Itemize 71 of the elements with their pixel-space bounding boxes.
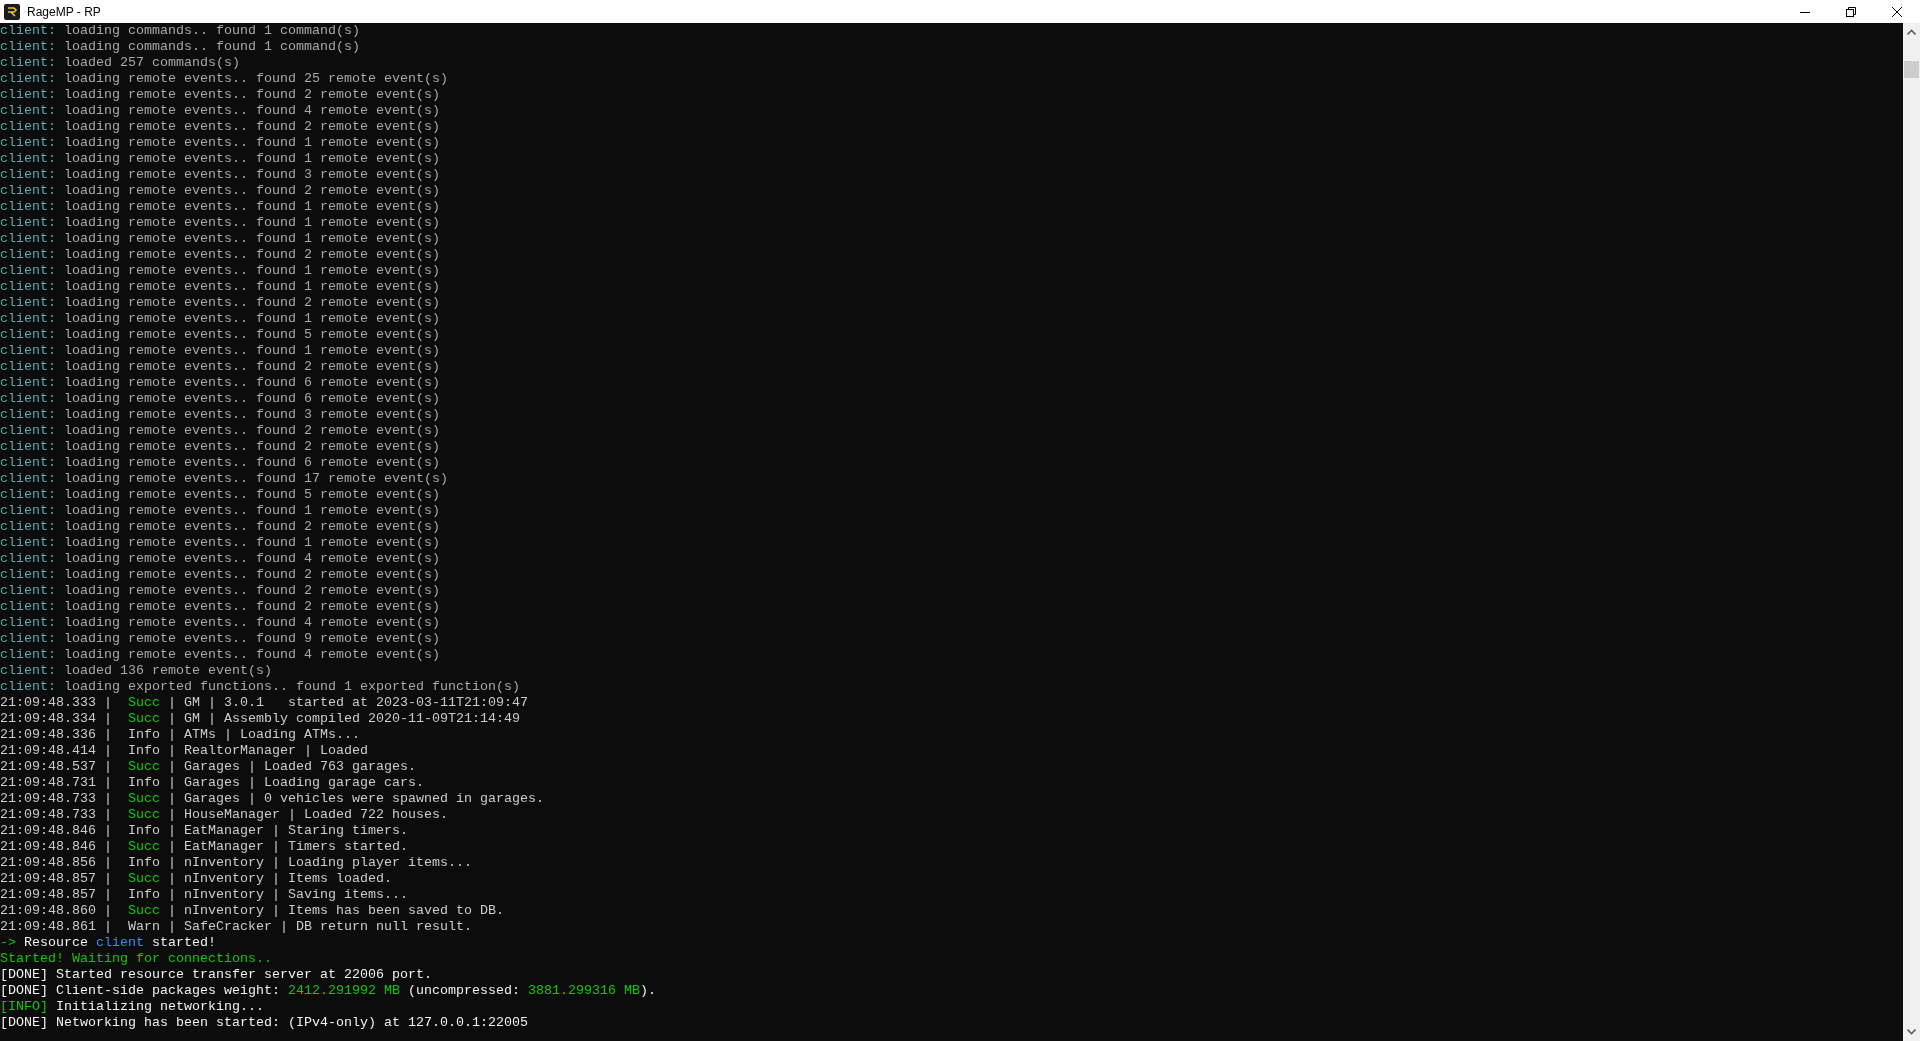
console-line: 21:09:48.336 | Info | ATMs | Loading ATMs... bbox=[0, 727, 360, 743]
console-line: client: loading remote events.. found 2 remote event(s) bbox=[0, 583, 440, 599]
console-line: 21:09:48.856 | Info | nInventory | Loading player items... bbox=[0, 855, 472, 871]
console-line: client: loading remote events.. found 1 remote event(s) bbox=[0, 135, 440, 151]
console-line: client: loading remote events.. found 6 remote event(s) bbox=[0, 455, 440, 471]
console-line: client: loading remote events.. found 4 remote event(s) bbox=[0, 551, 440, 567]
console-line: 21:09:48.857 | Succ | nInventory | Items loaded. bbox=[0, 871, 392, 887]
console-line: client: loading remote events.. found 2 remote event(s) bbox=[0, 519, 440, 535]
scrollbar-thumb[interactable] bbox=[1904, 61, 1919, 78]
console-line: client: loading remote events.. found 1 remote event(s) bbox=[0, 535, 440, 551]
console-line: client: loading remote events.. found 6 remote event(s) bbox=[0, 375, 440, 391]
console-line: 21:09:48.846 | Info | EatManager | Staring timers. bbox=[0, 823, 408, 839]
console-line: client: loading remote events.. found 1 remote event(s) bbox=[0, 215, 440, 231]
console-line: client: loading remote events.. found 9 remote event(s) bbox=[0, 631, 440, 647]
console-line: client: loading remote events.. found 2 remote event(s) bbox=[0, 87, 440, 103]
console-line: client: loading remote events.. found 2 remote event(s) bbox=[0, 359, 440, 375]
console-line: 21:09:48.731 | Info | Garages | Loading garage cars. bbox=[0, 775, 424, 791]
console-line: client: loading remote events.. found 2 remote event(s) bbox=[0, 119, 440, 135]
console-line: client: loading remote events.. found 2 remote event(s) bbox=[0, 423, 440, 439]
console-line: client: loading remote events.. found 1 remote event(s) bbox=[0, 263, 440, 279]
console-line: client: loaded 136 remote event(s) bbox=[0, 663, 272, 679]
console-line: 21:09:48.333 | Succ | GM | 3.0.1 started at 2023-03-11T21:09:47 bbox=[0, 695, 528, 711]
console-line: client: loading remote events.. found 1 remote event(s) bbox=[0, 279, 440, 295]
scroll-up-icon[interactable] bbox=[1907, 29, 1916, 35]
console-line: 21:09:48.334 | Succ | GM | Assembly compiled 2020-11-09T21:14:49 bbox=[0, 711, 520, 727]
console-line: [DONE] Started resource transfer server at 22006 port. bbox=[0, 967, 432, 983]
console-line: [DONE] Networking has been started: (IPv4-only) at 127.0.0.1:22005 bbox=[0, 1015, 528, 1031]
app-logo-icon bbox=[4, 3, 20, 20]
console-line: client: loading remote events.. found 25 remote event(s) bbox=[0, 71, 448, 87]
console-line: client: loading remote events.. found 2 remote event(s) bbox=[0, 295, 440, 311]
console-line: 21:09:48.537 | Succ | Garages | Loaded 763 garages. bbox=[0, 759, 416, 775]
console-line: client: loading remote events.. found 3 remote event(s) bbox=[0, 167, 440, 183]
console-line: client: loading remote events.. found 1 remote event(s) bbox=[0, 199, 440, 215]
console-line: Started! Waiting for connections.. bbox=[0, 951, 272, 967]
console-line: client: loading remote events.. found 1 remote event(s) bbox=[0, 311, 440, 327]
window-title: RageMP - RP bbox=[27, 4, 101, 19]
console-line: 21:09:48.860 | Succ | nInventory | Items has been saved to DB. bbox=[0, 903, 504, 919]
console-line: client: loading remote events.. found 17 remote event(s) bbox=[0, 471, 448, 487]
console-line: client: loading remote events.. found 6 remote event(s) bbox=[0, 391, 440, 407]
console-line: 21:09:48.861 | Warn | SafeCracker | DB return null result. bbox=[0, 919, 472, 935]
console-line: client: loading remote events.. found 1 remote event(s) bbox=[0, 503, 440, 519]
console-line: 21:09:48.857 | Info | nInventory | Saving items... bbox=[0, 887, 408, 903]
console-line: client: loading exported functions.. found 1 exported function(s) bbox=[0, 679, 520, 695]
console-line: [DONE] Client-side packages weight: 2412.291992 MB (uncompressed: 3881.299316 MB). bbox=[0, 983, 656, 999]
console-line: client: loading remote events.. found 4 remote event(s) bbox=[0, 103, 440, 119]
console-line: client: loading remote events.. found 4 remote event(s) bbox=[0, 647, 440, 663]
console-line: client: loading remote events.. found 4 remote event(s) bbox=[0, 615, 440, 631]
console-line: -> Resource client started! bbox=[0, 935, 216, 951]
console-line: 21:09:48.846 | Succ | EatManager | Timers started. bbox=[0, 839, 408, 855]
console-line: client: loading remote events.. found 2 remote event(s) bbox=[0, 567, 440, 583]
console-line: 21:09:48.733 | Succ | Garages | 0 vehicles were spawned in garages. bbox=[0, 791, 544, 807]
close-icon bbox=[1892, 6, 1902, 17]
console-line: client: loading remote events.. found 2 remote event(s) bbox=[0, 183, 440, 199]
console-line: client: loading remote events.. found 5 remote event(s) bbox=[0, 327, 440, 343]
console-line: client: loading remote events.. found 1 remote event(s) bbox=[0, 343, 440, 359]
console-line: client: loading commands.. found 1 command(s) bbox=[0, 39, 360, 55]
console-line: client: loading remote events.. found 1 remote event(s) bbox=[0, 151, 440, 167]
restore-icon bbox=[1846, 6, 1856, 17]
scroll-down-icon[interactable] bbox=[1907, 1029, 1916, 1035]
console-line: client: loading remote events.. found 2 remote event(s) bbox=[0, 247, 440, 263]
console-line: 21:09:48.414 | Info | RealtorManager | Loaded bbox=[0, 743, 368, 759]
console-line: client: loading remote events.. found 2 remote event(s) bbox=[0, 599, 440, 615]
console-line: client: loading remote events.. found 5 remote event(s) bbox=[0, 487, 440, 503]
scrollbar[interactable] bbox=[1903, 23, 1920, 1041]
console-line: client: loading remote events.. found 2 remote event(s) bbox=[0, 439, 440, 455]
console-line: client: loading commands.. found 1 command(s) bbox=[0, 23, 360, 39]
console-line: client: loaded 257 commands(s) bbox=[0, 55, 240, 71]
console-line: 21:09:48.733 | Succ | HouseManager | Loaded 722 houses. bbox=[0, 807, 448, 823]
console-line: [INFO] Initializing networking... bbox=[0, 999, 264, 1015]
console-line: client: loading remote events.. found 3 remote event(s) bbox=[0, 407, 440, 423]
console-line: client: loading remote events.. found 1 remote event(s) bbox=[0, 231, 440, 247]
